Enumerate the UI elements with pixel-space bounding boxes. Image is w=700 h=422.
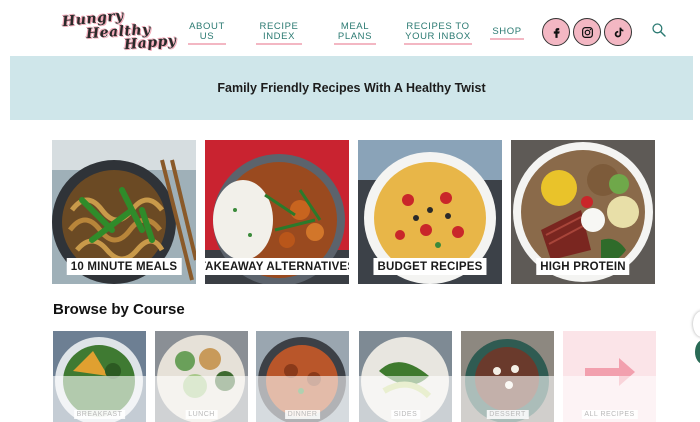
side-widget-button-green[interactable] (695, 340, 700, 364)
instagram-button[interactable] (573, 18, 601, 46)
browse-by-course-title: Browse by Course (53, 301, 185, 318)
category-label: 10 MINUTE MEALS (66, 258, 182, 275)
nav-plans-line2: PLANS (337, 31, 373, 42)
course-label: DINNER (284, 410, 321, 419)
category-card-budget-recipes[interactable]: BUDGET RECIPES (358, 140, 502, 284)
nav-recipes-to-inbox[interactable]: RECIPES TO YOUR INBOX (404, 22, 472, 45)
nav-underline (490, 38, 524, 40)
category-label: HIGH PROTEIN (536, 258, 630, 275)
category-card-high-protein[interactable]: HIGH PROTEIN (511, 140, 655, 284)
site-header: Hungry Healthy Happy ABOUT US RECIPE IND… (0, 0, 700, 56)
course-card-dessert[interactable]: DESSERT (461, 331, 554, 422)
tiktok-button[interactable] (604, 18, 632, 46)
nav-recipe-index[interactable]: RECIPE INDEX (256, 22, 302, 45)
course-label: DESSERT (486, 410, 529, 419)
nav-underline (188, 43, 226, 45)
course-card-breakfast[interactable]: BREAKFAST (53, 331, 146, 422)
tagline-text: Family Friendly Recipes With A Healthy T… (217, 81, 486, 95)
nav-inbox-line2: YOUR INBOX (405, 31, 471, 42)
category-label: TAKEAWAY ALTERNATIVES (205, 258, 349, 275)
nav-underline (334, 43, 376, 45)
course-label: ALL RECIPES (581, 410, 638, 419)
nav-meal-plans[interactable]: MEAL PLANS (334, 22, 376, 45)
nav-shop-label: SHOP (492, 26, 522, 37)
nav-shop[interactable]: SHOP (490, 27, 524, 40)
category-card-takeaway-alternatives[interactable]: TAKEAWAY ALTERNATIVES (205, 140, 349, 284)
search-icon[interactable] (651, 22, 667, 38)
tagline-banner: Family Friendly Recipes With A Healthy T… (10, 56, 693, 120)
course-label: BREAKFAST (73, 410, 126, 419)
facebook-icon (553, 27, 560, 38)
tiktok-icon (614, 27, 623, 37)
facebook-button[interactable] (542, 18, 570, 46)
course-card-dinner[interactable]: DINNER (256, 331, 349, 422)
category-label: BUDGET RECIPES (373, 258, 487, 275)
nav-about-us[interactable]: ABOUT US (188, 22, 226, 45)
nav-about-line2: US (199, 31, 215, 42)
side-widget-button[interactable] (693, 311, 700, 337)
course-card-lunch[interactable]: LUNCH (155, 331, 248, 422)
nav-index-line2: INDEX (262, 31, 296, 42)
nav-underline (256, 43, 302, 45)
course-label: LUNCH (185, 410, 218, 419)
site-logo[interactable]: Hungry Healthy Happy (60, 8, 178, 55)
category-card-10-minute-meals[interactable]: 10 MINUTE MEALS (52, 140, 196, 284)
course-label: SIDES (390, 410, 421, 419)
course-card-sides[interactable]: SIDES (359, 331, 452, 422)
course-card-all-recipes[interactable]: ALL RECIPES (563, 331, 656, 422)
logo-word-3: Happy (123, 32, 178, 54)
instagram-icon (581, 26, 593, 38)
nav-underline (404, 43, 472, 45)
